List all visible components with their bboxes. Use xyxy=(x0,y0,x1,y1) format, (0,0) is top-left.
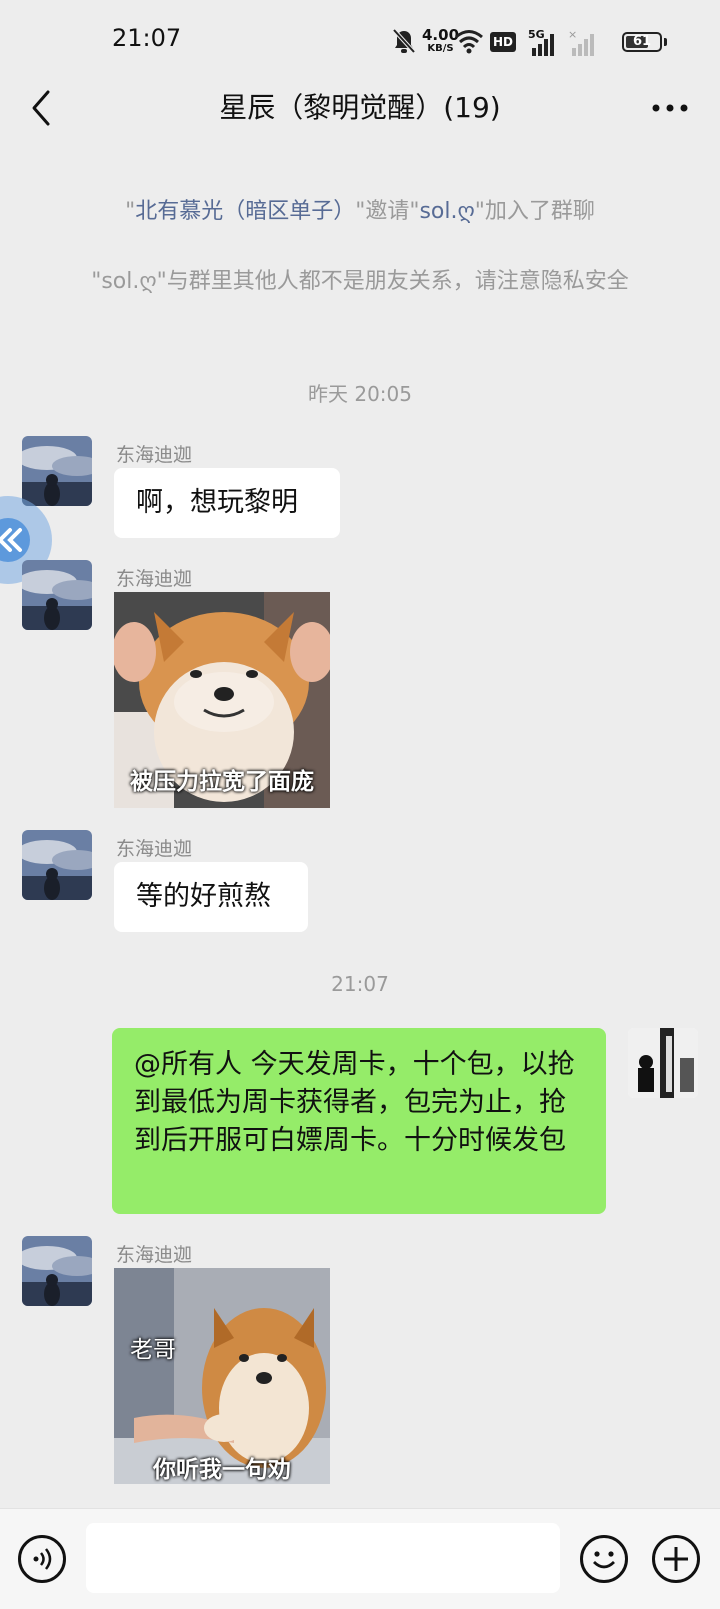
sticker-caption-top: 老哥 xyxy=(130,1337,176,1363)
battery-level: 61 xyxy=(632,34,652,49)
chevron-left-icon xyxy=(32,90,50,126)
more-button[interactable] xyxy=(646,88,694,128)
privacy-notice: "sol.ღ"与群里其他人都不是朋友关系，请注意隐私安全 xyxy=(91,269,629,294)
hd-icon: HD xyxy=(490,32,516,52)
message-bubble-self[interactable]: @所有人 今天发周卡，十个包，以抢到最低为周卡获得者，包完为止，抢到后开服可白嫖… xyxy=(112,1028,606,1214)
sender-name: 东海迪迦 xyxy=(116,444,193,466)
invitee-link[interactable]: sol.ღ xyxy=(419,199,474,224)
invite-text: "邀请" xyxy=(355,199,420,224)
avatar[interactable] xyxy=(22,830,92,900)
sticker-caption-bottom: 你听我一句劝 xyxy=(153,1457,291,1483)
plus-button[interactable] xyxy=(652,1535,700,1583)
sticker-image[interactable]: 被压力拉宽了面庞 xyxy=(114,592,330,808)
avatar[interactable] xyxy=(22,1236,92,1306)
timestamp: 21:07 xyxy=(331,972,389,996)
signal-5g-icon: 5G xyxy=(528,28,562,56)
message-bubble[interactable]: 等的好煎熬 xyxy=(114,862,308,932)
timestamp: 昨天 20:05 xyxy=(308,382,412,406)
status-icons: 4.00 KB/S HD 5G × 61 xyxy=(392,22,672,62)
collapse-icon xyxy=(0,518,30,562)
status-time: 21:07 xyxy=(112,24,182,52)
avatar[interactable] xyxy=(22,436,92,506)
battery-icon: 61 xyxy=(622,32,662,52)
mute-icon xyxy=(392,28,416,54)
plus-icon xyxy=(664,1547,688,1571)
voice-button[interactable] xyxy=(18,1535,66,1583)
more-icon xyxy=(652,104,688,112)
battery-tip xyxy=(664,38,667,46)
sender-name: 东海迪迦 xyxy=(116,1244,193,1266)
back-button[interactable] xyxy=(22,86,66,130)
joined-text: "加入了群聊 xyxy=(474,199,595,224)
message-input[interactable] xyxy=(86,1523,560,1593)
input-bar xyxy=(0,1508,720,1609)
quote-mark: " xyxy=(125,199,136,224)
system-invite-message: "北有慕光（暗区单子）"邀请"sol.ღ"加入了群聊 xyxy=(60,194,660,230)
chat-title: 星辰（黎明觉醒）(19) xyxy=(219,91,501,124)
voice-icon xyxy=(33,1548,52,1570)
sticker-image[interactable]: 老哥 你听我一句劝 xyxy=(114,1268,330,1484)
avatar[interactable] xyxy=(22,560,92,630)
inviter-link[interactable]: 北有慕光（暗区单子） xyxy=(135,199,355,224)
sender-name: 东海迪迦 xyxy=(116,838,193,860)
signal-icon: × xyxy=(568,28,602,56)
wifi-icon xyxy=(455,30,483,54)
emoji-icon xyxy=(593,1551,615,1569)
network-label: 5G xyxy=(528,28,545,41)
self-avatar[interactable] xyxy=(628,1028,698,1098)
emoji-button[interactable] xyxy=(580,1535,628,1583)
sender-name: 东海迪迦 xyxy=(116,568,193,590)
message-bubble[interactable]: 啊，想玩黎明 xyxy=(114,468,340,538)
sticker-caption: 被压力拉宽了面庞 xyxy=(130,769,314,795)
